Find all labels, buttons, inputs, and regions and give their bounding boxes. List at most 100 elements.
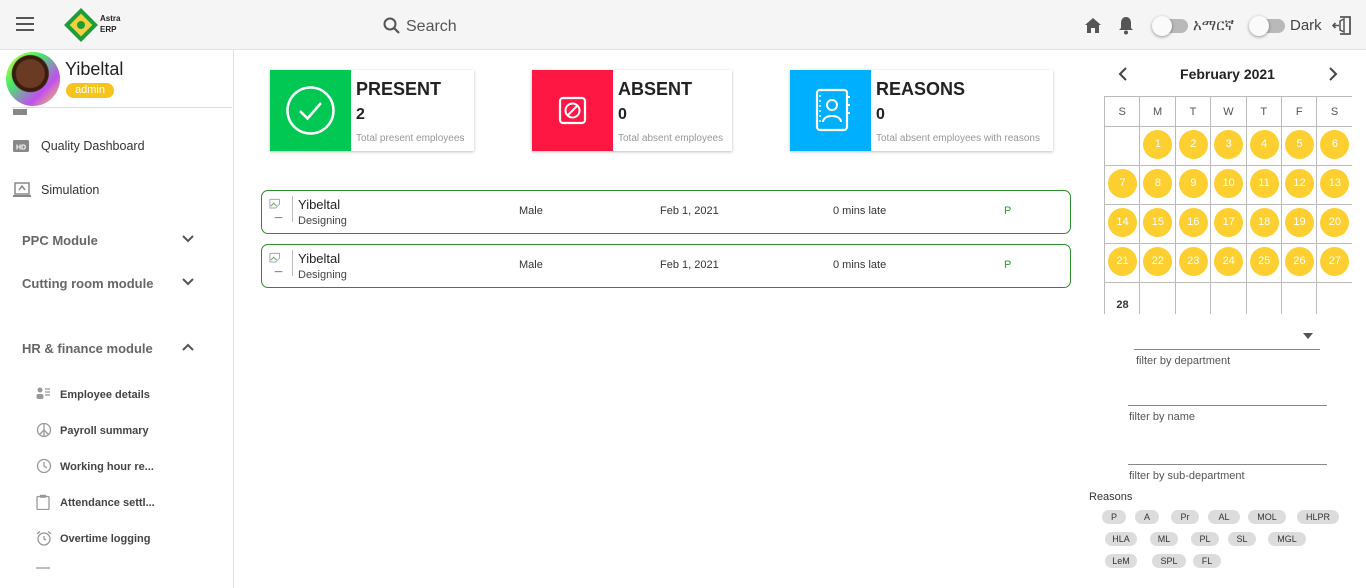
reason-chip[interactable]: HLPR — [1297, 510, 1339, 524]
reason-chip[interactable]: SL — [1228, 532, 1256, 546]
calendar-day[interactable]: 18 — [1246, 205, 1282, 244]
card-description: Total absent employees with reasons — [876, 133, 1040, 144]
module-cutting-room[interactable]: Cutting room module — [0, 268, 233, 298]
calendar-empty-cell — [1247, 283, 1282, 314]
chevron-up-icon — [182, 343, 194, 351]
sidebar-item-employee-details[interactable]: Employee details — [0, 382, 233, 408]
sidebar-item-label: Payroll summary — [60, 425, 149, 437]
reason-chip[interactable]: FL — [1193, 554, 1221, 568]
department-filter-label: filter by department — [1136, 355, 1231, 367]
calendar-day[interactable]: 9 — [1175, 166, 1212, 205]
module-label: PPC Module — [22, 233, 98, 248]
calendar-day[interactable]: 17 — [1211, 205, 1247, 244]
reason-chip[interactable]: SPL — [1152, 554, 1186, 568]
top-bar: Astra ERP Search አማርኛ Dark — [0, 0, 1366, 50]
sidebar-item-simulation[interactable]: Simulation — [0, 175, 233, 205]
language-toggle[interactable] — [1152, 16, 1188, 36]
employee-department: Designing — [298, 215, 347, 227]
calendar-day[interactable]: 21 — [1105, 244, 1141, 283]
weekday-header: S — [1317, 97, 1352, 127]
sub-department-filter-label: filter by sub-department — [1129, 470, 1245, 482]
reasons-card-icon-box — [790, 70, 871, 151]
day-marker: 3 — [1214, 130, 1244, 159]
card-description: Total present employees — [356, 133, 465, 144]
dark-mode-toggle[interactable] — [1249, 16, 1285, 36]
sidebar-item-working-hour[interactable]: Working hour re... — [0, 454, 233, 480]
calendar-day[interactable]: 11 — [1246, 166, 1282, 205]
logout-icon[interactable] — [1332, 16, 1352, 35]
calendar-day[interactable]: 27 — [1317, 244, 1352, 283]
reason-chip[interactable]: AL — [1208, 510, 1240, 524]
calendar-day[interactable]: 6 — [1317, 127, 1352, 166]
day-marker: 6 — [1320, 130, 1350, 159]
calendar-day[interactable]: 1 — [1140, 127, 1176, 166]
calendar-day[interactable]: 3 — [1211, 127, 1247, 166]
weekday-header: F — [1282, 97, 1318, 127]
calendar-day[interactable]: 25 — [1246, 244, 1282, 283]
present-card[interactable]: PRESENT 2 Total present employees — [270, 70, 474, 151]
calendar-day[interactable]: 19 — [1282, 205, 1318, 244]
reasons-card[interactable]: REASONS 0 Total absent employees with re… — [790, 70, 1053, 151]
calendar-day[interactable]: 22 — [1140, 244, 1176, 283]
calendar-day[interactable]: 24 — [1211, 244, 1247, 283]
weekday-header: T — [1175, 97, 1212, 127]
calendar-day[interactable]: 23 — [1175, 244, 1212, 283]
employee-name: Yibeltal — [298, 251, 341, 266]
sidebar-item-label: Simulation — [41, 183, 100, 197]
search-input[interactable]: Search — [406, 18, 457, 36]
absent-card[interactable]: ABSENT 0 Total absent employees — [532, 70, 732, 151]
calendar-day[interactable]: 8 — [1140, 166, 1176, 205]
module-label: HR & finance module — [22, 341, 153, 356]
reason-chip[interactable]: Pr — [1171, 510, 1199, 524]
calendar-day[interactable]: 14 — [1105, 205, 1141, 244]
broken-image-icon — [269, 250, 293, 276]
chevron-right-icon[interactable] — [1326, 66, 1340, 82]
sidebar-item-overtime-logging[interactable]: Overtime logging — [0, 526, 233, 552]
attendance-date: Feb 1, 2021 — [660, 259, 719, 271]
reason-chip[interactable]: MOL — [1248, 510, 1286, 524]
peace-icon — [36, 422, 52, 438]
module-hr-finance[interactable]: HR & finance module — [0, 333, 233, 363]
sidebar-item-payroll-summary[interactable]: Payroll summary — [0, 418, 233, 444]
calendar-day[interactable]: 5 — [1282, 127, 1318, 166]
employee-department: Designing — [298, 269, 347, 281]
calendar-day[interactable]: 12 — [1282, 166, 1318, 205]
reason-chip[interactable]: MGL — [1268, 532, 1306, 546]
attendance-row[interactable]: Yibeltal Designing Male Feb 1, 2021 0 mi… — [261, 244, 1071, 288]
reason-chip[interactable]: A — [1135, 510, 1159, 524]
attendance-row[interactable]: Yibeltal Designing Male Feb 1, 2021 0 mi… — [261, 190, 1071, 234]
reason-chip[interactable]: P — [1102, 510, 1126, 524]
bell-icon[interactable] — [1118, 16, 1134, 35]
reason-chip[interactable]: HLA — [1105, 532, 1137, 546]
search-bar[interactable]: Search — [380, 14, 640, 38]
calendar-day[interactable]: 15 — [1140, 205, 1176, 244]
calendar-day[interactable]: 28 — [1105, 283, 1141, 314]
name-filter-input[interactable] — [1128, 384, 1327, 406]
reason-chip[interactable]: PL — [1191, 532, 1219, 546]
card-title: PRESENT — [356, 79, 442, 99]
sidebar-item-attendance[interactable]: Attendance settl... — [0, 490, 233, 516]
avatar[interactable] — [6, 52, 60, 106]
hamburger-menu-icon[interactable] — [16, 17, 34, 31]
calendar-day[interactable]: 26 — [1282, 244, 1318, 283]
calendar-day[interactable]: 7 — [1105, 166, 1141, 205]
search-icon — [383, 17, 400, 34]
calendar-day[interactable]: 2 — [1175, 127, 1212, 166]
sub-department-filter-input[interactable] — [1128, 443, 1327, 465]
logo-line-1: Astra — [100, 14, 121, 23]
calendar-day[interactable]: 13 — [1317, 166, 1352, 205]
name-filter-label: filter by name — [1129, 411, 1196, 423]
module-ppc[interactable]: PPC Module — [0, 225, 233, 255]
calendar-day[interactable]: 10 — [1211, 166, 1247, 205]
calendar-day[interactable]: 20 — [1317, 205, 1352, 244]
home-icon[interactable] — [1084, 17, 1102, 34]
app-logo[interactable]: Astra ERP — [64, 8, 134, 42]
late-minutes: 0 mins late — [833, 259, 887, 271]
calendar-day[interactable]: 16 — [1175, 205, 1212, 244]
reason-chip[interactable]: LeM — [1105, 554, 1137, 568]
employee-name: Yibeltal — [298, 197, 341, 212]
calendar-day[interactable]: 4 — [1246, 127, 1282, 166]
sidebar-item-quality-dashboard[interactable]: HD Quality Dashboard — [0, 131, 233, 161]
department-filter-select[interactable] — [1134, 328, 1320, 350]
reason-chip[interactable]: ML — [1150, 532, 1178, 546]
